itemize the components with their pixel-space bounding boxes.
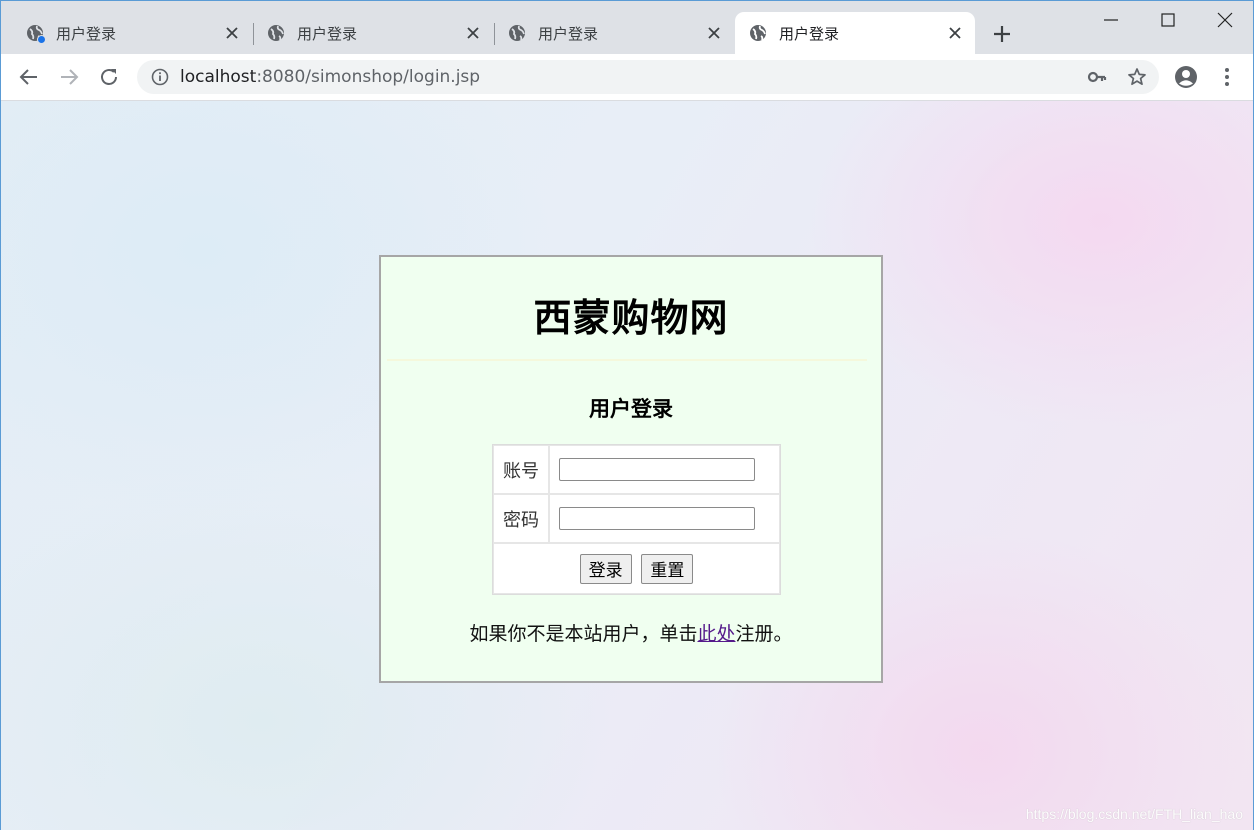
notification-dot xyxy=(37,35,46,44)
site-title: 西蒙购物网 xyxy=(533,296,729,340)
register-link[interactable]: 此处 xyxy=(697,623,735,645)
new-tab-icon[interactable] xyxy=(991,23,1013,45)
globe-icon xyxy=(267,24,285,42)
close-tab-icon[interactable] xyxy=(465,25,481,41)
back-arrow-icon[interactable] xyxy=(18,66,40,88)
actions-cell: 登录 重置 xyxy=(493,543,780,594)
username-label: 账号 xyxy=(493,445,549,494)
tab-strip: 用户登录 用户登录 用户登录 用户登录 xyxy=(1,1,1253,54)
table-row: 账号 xyxy=(493,445,780,494)
close-tab-icon[interactable] xyxy=(947,25,963,41)
browser-tab-3[interactable]: 用户登录 xyxy=(494,12,734,54)
username-cell xyxy=(549,445,780,494)
page-viewport: 西蒙购物网 用户登录 账号 密码 登录 重置 如果你不是本站用户，单击此处注册。… xyxy=(1,101,1253,830)
more-menu-icon[interactable] xyxy=(1216,66,1238,88)
table-row: 登录 重置 xyxy=(493,543,780,594)
close-tab-icon[interactable] xyxy=(706,25,722,41)
maximize-icon[interactable] xyxy=(1158,11,1178,31)
browser-tab-2[interactable]: 用户登录 xyxy=(253,12,493,54)
login-form-table: 账号 密码 登录 重置 xyxy=(492,444,781,595)
tab-title: 用户登录 xyxy=(297,24,358,43)
forward-arrow-icon[interactable] xyxy=(58,66,80,88)
username-input[interactable] xyxy=(559,458,755,481)
register-suffix: 注册。 xyxy=(735,623,793,645)
tab-title: 用户登录 xyxy=(538,24,599,43)
bookmark-star-icon[interactable] xyxy=(1127,67,1147,87)
globe-icon xyxy=(508,24,526,42)
password-cell xyxy=(549,494,780,543)
browser-tab-active[interactable]: 用户登录 xyxy=(735,12,975,54)
profile-avatar-icon[interactable] xyxy=(1174,65,1198,89)
close-window-icon[interactable] xyxy=(1215,11,1235,31)
url-text[interactable]: localhost:8080/simonshop/login.jsp xyxy=(180,67,480,87)
login-button[interactable]: 登录 xyxy=(579,553,632,584)
horizontal-divider xyxy=(387,359,867,361)
register-prompt: 如果你不是本站用户，单击此处注册。 xyxy=(381,619,881,646)
password-input[interactable] xyxy=(559,507,755,530)
info-icon[interactable] xyxy=(151,68,169,86)
tab-title: 用户登录 xyxy=(779,24,840,43)
address-bar[interactable]: localhost:8080/simonshop/login.jsp xyxy=(137,60,1159,94)
key-icon[interactable] xyxy=(1087,68,1107,86)
close-tab-icon[interactable] xyxy=(224,25,240,41)
url-host: localhost xyxy=(180,67,257,87)
reload-icon[interactable] xyxy=(98,66,120,88)
globe-icon xyxy=(749,24,767,42)
url-path: :8080/simonshop/login.jsp xyxy=(256,67,481,87)
minimize-icon[interactable] xyxy=(1101,11,1121,31)
reset-button[interactable]: 重置 xyxy=(641,553,694,584)
browser-toolbar: localhost:8080/simonshop/login.jsp xyxy=(1,54,1253,101)
login-panel: 西蒙购物网 用户登录 账号 密码 登录 重置 如果你不是本站用户，单击此处注册。 xyxy=(379,255,883,683)
browser-window: 用户登录 用户登录 用户登录 用户登录 localhost:8080/simon… xyxy=(0,0,1254,830)
globe-icon xyxy=(26,24,46,44)
form-heading: 用户登录 xyxy=(589,397,673,421)
watermark-text: https://blog.csdn.net/FTH_lian_hao xyxy=(1025,806,1243,822)
password-label: 密码 xyxy=(493,494,549,543)
table-row: 密码 xyxy=(493,494,780,543)
tab-title: 用户登录 xyxy=(56,24,117,43)
register-prefix: 如果你不是本站用户，单击 xyxy=(469,623,698,645)
browser-tab-1[interactable]: 用户登录 xyxy=(12,12,252,54)
